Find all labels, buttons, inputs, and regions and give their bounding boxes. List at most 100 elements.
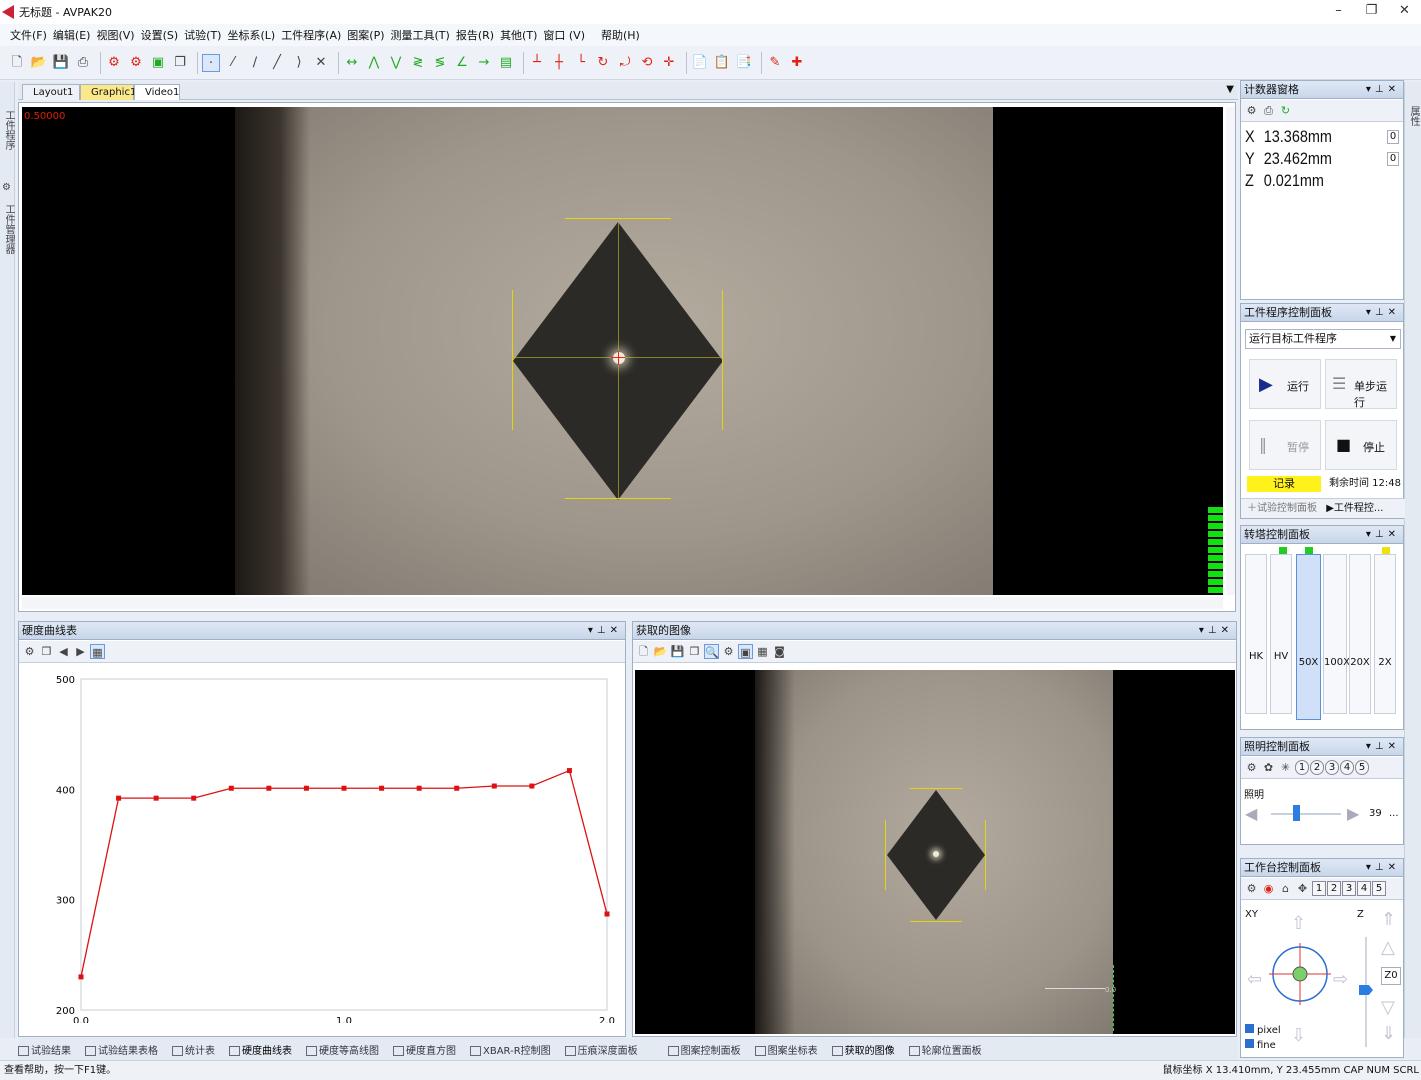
axis-icon[interactable]: ┴: [528, 54, 546, 72]
tab-xbar[interactable]: XBAR-R控制图: [470, 1042, 551, 1057]
tab-result-table[interactable]: 试验结果表格: [85, 1042, 158, 1057]
axis3-icon[interactable]: └: [572, 54, 590, 72]
tab-contour[interactable]: 硬度等高线图: [306, 1042, 379, 1057]
hardness-point[interactable]: [341, 785, 347, 791]
hardness-point[interactable]: [604, 911, 610, 917]
report-icon[interactable]: 📄: [691, 54, 709, 72]
light-preset-3[interactable]: 3: [1325, 760, 1339, 775]
tab-acquired-image[interactable]: 获取的图像: [831, 1042, 895, 1057]
line-tool-icon[interactable]: ⁄: [224, 54, 242, 72]
counter-print-icon[interactable]: ⎙: [1261, 103, 1276, 118]
step-run-button[interactable]: ☰ 单步运行: [1325, 359, 1397, 409]
save-icon[interactable]: 💾: [52, 54, 70, 72]
menu-view[interactable]: 视图(V): [96, 27, 134, 43]
menu-test[interactable]: 试验(T): [184, 27, 221, 43]
axis2-icon[interactable]: ┼: [550, 54, 568, 72]
stage-down-icon[interactable]: ⇩: [1291, 1025, 1306, 1046]
acquired-image[interactable]: 0.0: [635, 670, 1235, 1034]
chart-copy-icon[interactable]: ❐: [39, 644, 54, 659]
stage-preset-3[interactable]: 3: [1342, 881, 1356, 896]
line2-tool-icon[interactable]: ∕: [246, 54, 264, 72]
img-zoom-icon[interactable]: 🔍: [704, 644, 719, 659]
tab-pattern-coord[interactable]: 图案坐标表: [754, 1042, 818, 1057]
tab-depth[interactable]: 压痕深度面板: [564, 1042, 638, 1057]
stage-target-icon[interactable]: ◉: [1261, 881, 1276, 896]
zigzag3-icon[interactable]: ∠: [453, 54, 471, 72]
record-indicator[interactable]: 记录: [1247, 476, 1321, 492]
lens-2x[interactable]: 2X: [1374, 554, 1396, 714]
lens-20x[interactable]: 20X: [1349, 554, 1371, 714]
line3-tool-icon[interactable]: ╱: [268, 54, 286, 72]
program-dropdown[interactable]: 运行目标工件程序 ▼: [1245, 329, 1401, 349]
menu-report[interactable]: 报告(R): [456, 27, 494, 43]
lens-50x[interactable]: 50X: [1296, 554, 1321, 720]
stage-preset-2[interactable]: 2: [1327, 881, 1341, 896]
tab-profile-position[interactable]: 轮廓位置面板: [908, 1042, 982, 1057]
video-vscrollbar[interactable]: [1226, 107, 1235, 595]
stage-preset-1[interactable]: 1: [1312, 881, 1326, 896]
joystick-icon[interactable]: [1269, 943, 1331, 1005]
panel-controls-icon[interactable]: ▾⊥✕: [1199, 622, 1233, 639]
light-decrease-icon[interactable]: ◀: [1245, 804, 1257, 823]
wizard-icon[interactable]: ✎: [766, 54, 784, 72]
stage-settings-icon[interactable]: ⚙: [1244, 881, 1259, 896]
light-settings-icon[interactable]: ⚙: [1244, 760, 1259, 775]
live-image[interactable]: 0.50000: [22, 107, 1223, 595]
img-camera-icon[interactable]: ◙: [772, 644, 787, 659]
hardness-point[interactable]: [379, 785, 385, 791]
settings2-icon[interactable]: ⚙: [127, 54, 145, 72]
zigzag2-icon[interactable]: ≶: [431, 54, 449, 72]
light-preset-1[interactable]: 1: [1295, 760, 1309, 775]
z-down-fast-icon[interactable]: ⇓: [1381, 1023, 1396, 1044]
menu-measure[interactable]: 测量工具(T): [391, 27, 450, 43]
chart-back-icon[interactable]: ◀: [56, 644, 71, 659]
open-icon[interactable]: 📂: [30, 54, 48, 72]
print-icon[interactable]: ⎙: [74, 54, 92, 72]
copy-icon[interactable]: ❐: [171, 54, 189, 72]
video-view[interactable]: 0.50000: [18, 102, 1236, 612]
manager-tab[interactable]: 工件管理器: [1, 204, 16, 254]
settings-icon[interactable]: ⚙: [105, 54, 123, 72]
hardness-point[interactable]: [116, 795, 122, 801]
img-grid-icon[interactable]: ▦: [755, 644, 770, 659]
stage-up-icon[interactable]: ⇧: [1291, 913, 1306, 934]
menu-edit[interactable]: 编辑(E): [53, 27, 91, 43]
panel-controls-icon[interactable]: ▾⊥✕: [1366, 738, 1400, 755]
img-copy-icon[interactable]: ❐: [687, 644, 702, 659]
tab-pattern-control[interactable]: 图案控制面板: [667, 1042, 741, 1057]
origin-icon[interactable]: ✚: [788, 54, 806, 72]
angle2-icon[interactable]: ⋁: [387, 54, 405, 72]
program-tab[interactable]: 工件程序: [1, 110, 16, 150]
img-settings-icon[interactable]: ⚙: [721, 644, 736, 659]
stage-preset-5[interactable]: 5: [1372, 881, 1386, 896]
close-button[interactable]: ✕: [1388, 0, 1421, 24]
stage-home-icon[interactable]: ⌂: [1278, 881, 1293, 896]
rotate2-icon[interactable]: ⤾: [616, 54, 634, 72]
hardness-point[interactable]: [529, 783, 535, 789]
x-zero-box[interactable]: 0: [1387, 130, 1399, 144]
video-hscrollbar[interactable]: [22, 597, 1223, 609]
z-up-icon[interactable]: △: [1381, 937, 1395, 958]
img-save-icon[interactable]: 💾: [670, 644, 685, 659]
light-color-icon[interactable]: ✿: [1261, 760, 1276, 775]
light-more[interactable]: ...: [1389, 808, 1399, 819]
stage-preset-4[interactable]: 4: [1357, 881, 1371, 896]
menu-other[interactable]: 其他(T): [500, 27, 537, 43]
tab-layout1[interactable]: Layout1: [22, 84, 80, 100]
chart-view-icon[interactable]: ▦: [90, 644, 105, 659]
light-sun-icon[interactable]: ✳: [1278, 760, 1293, 775]
light-preset-2[interactable]: 2: [1310, 760, 1324, 775]
panel-controls-icon[interactable]: ▾⊥✕: [1366, 859, 1400, 876]
hardness-point[interactable]: [491, 783, 497, 789]
light-preset-4[interactable]: 4: [1340, 760, 1354, 775]
hardness-point[interactable]: [228, 785, 234, 791]
pixel-checkbox[interactable]: pixel: [1245, 1024, 1281, 1036]
angle-icon[interactable]: ⋀: [365, 54, 383, 72]
light-increase-icon[interactable]: ▶: [1347, 804, 1359, 823]
y-zero-box[interactable]: 0: [1387, 152, 1399, 166]
point-tool-icon[interactable]: ·: [202, 53, 220, 72]
z-up-fast-icon[interactable]: ⇑: [1381, 909, 1396, 930]
img-new-icon[interactable]: 🗋: [636, 644, 651, 659]
chart-settings-icon[interactable]: ⚙: [22, 644, 37, 659]
properties-tab[interactable]: 属性: [1406, 106, 1421, 126]
